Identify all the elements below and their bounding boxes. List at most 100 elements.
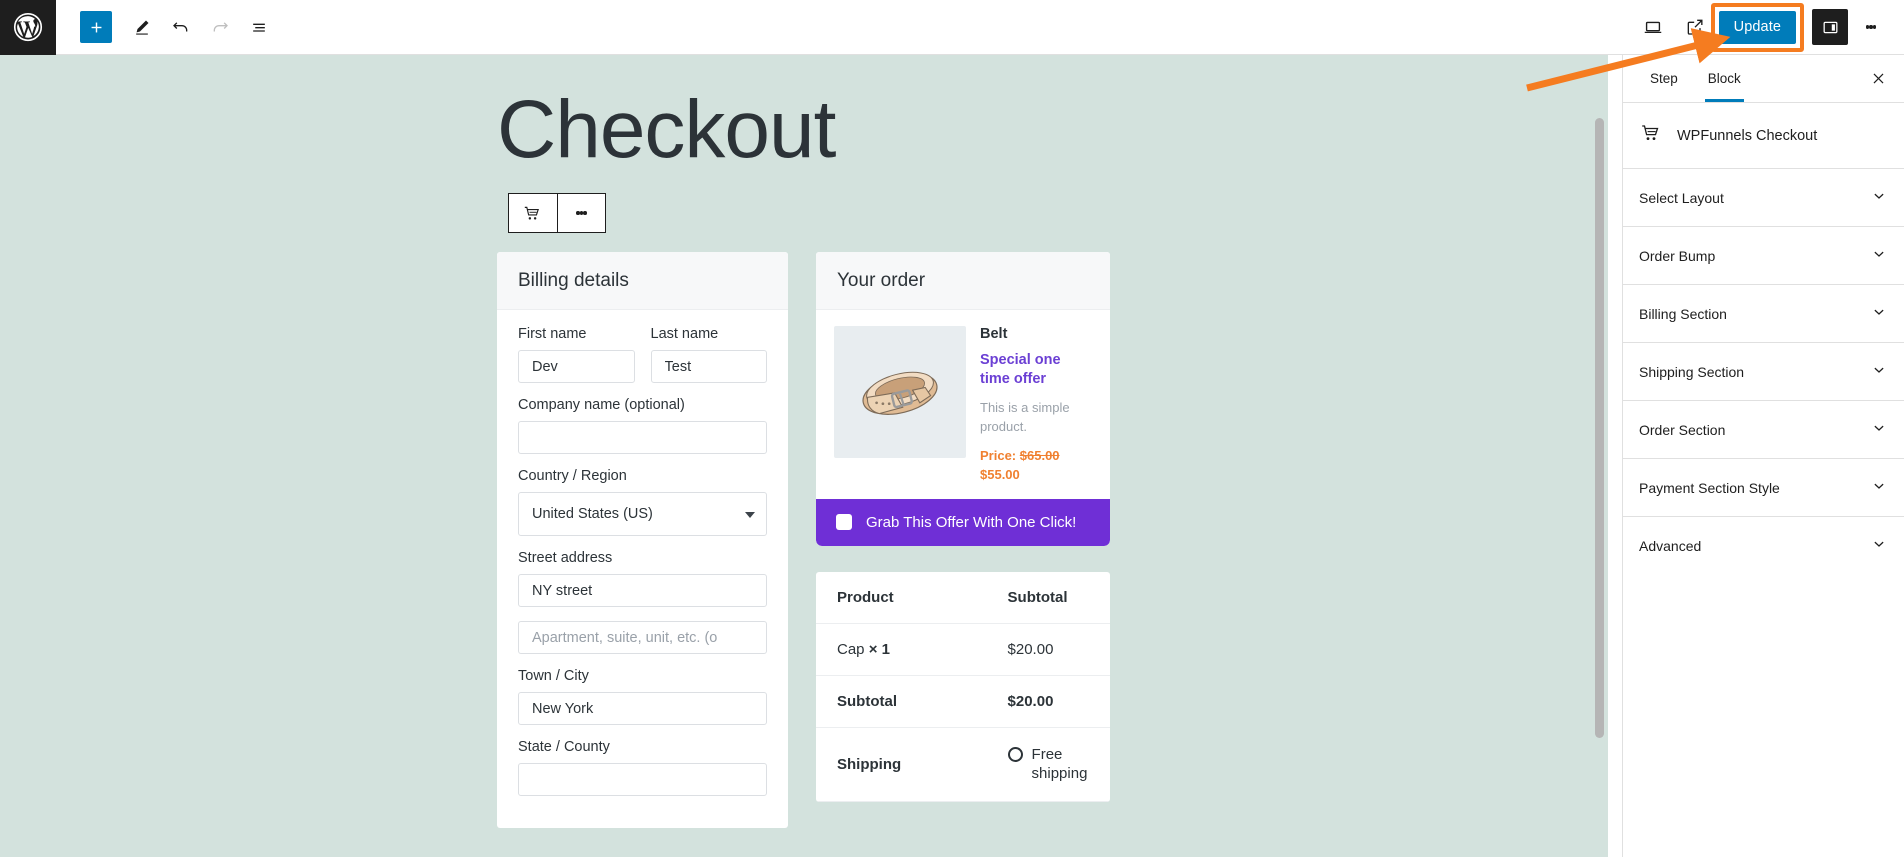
company-label: Company name (optional): [518, 397, 685, 413]
street-field-group: Street address: [518, 550, 767, 607]
sidebar-panel-billing-section[interactable]: Billing Section: [1623, 285, 1904, 343]
sidebar-panel-payment-section-style[interactable]: Payment Section Style: [1623, 459, 1904, 517]
order-bump-checkbox[interactable]: [836, 514, 852, 531]
bump-price-old: $65.00: [1019, 447, 1060, 463]
billing-heading: Billing details: [497, 252, 788, 310]
checkout-columns: Billing details First name Last name: [497, 252, 1608, 828]
state-input[interactable]: [518, 763, 767, 796]
close-icon[interactable]: [1862, 63, 1894, 95]
your-order-heading: Your order: [816, 252, 1110, 310]
toolbar-right-tools: Update: [1635, 2, 1904, 52]
street-label: Street address: [518, 550, 613, 566]
country-label: Country / Region: [518, 468, 627, 484]
company-field-group: Company name (optional): [518, 397, 767, 454]
order-summary-table: Product Subtotal Cap × 1 $20.00 Subtotal…: [816, 571, 1110, 802]
free-shipping-radio[interactable]: [1007, 746, 1023, 762]
panel-label: Select Layout: [1639, 189, 1724, 206]
block-toolbar: [508, 193, 606, 233]
billing-column: Billing details First name Last name: [497, 252, 788, 828]
order-table-header-row: Product Subtotal: [816, 571, 1110, 624]
bump-price-label: Price:: [980, 447, 1017, 463]
first-name-field-group: First name: [518, 326, 635, 383]
order-shipping-label: Shipping: [816, 727, 987, 802]
block-kebab-dot-3: [583, 211, 587, 215]
last-name-input[interactable]: [650, 350, 767, 383]
chevron-down-icon: [1870, 477, 1888, 498]
wordpress-block-editor: Update Checkout Billing details First na…: [0, 0, 1904, 857]
panel-label: Order Section: [1639, 421, 1726, 438]
country-field-group: Country / Region: [518, 468, 767, 536]
editor-options-kebab-button[interactable]: [1854, 9, 1888, 45]
canvas-scrollbar-thumb[interactable]: [1595, 118, 1604, 738]
sidebar-panel-order-section[interactable]: Order Section: [1623, 401, 1904, 459]
state-label: State / County: [518, 739, 610, 755]
order-bump-body: Belt Special one time offer This is a si…: [816, 310, 1110, 499]
sidebar-panel-order-bump[interactable]: Order Bump: [1623, 227, 1904, 285]
order-subtotal-label: Subtotal: [816, 675, 987, 728]
add-block-button[interactable]: [80, 11, 112, 43]
city-label: Town / City: [518, 668, 589, 684]
shopping-cart-icon[interactable]: [509, 194, 557, 232]
chevron-down-icon: [1870, 245, 1888, 266]
canvas-scrollbar[interactable]: [1595, 118, 1604, 842]
company-input[interactable]: [518, 421, 767, 454]
bump-product-title: Belt: [980, 326, 1008, 342]
state-field-group: State / County: [518, 739, 767, 796]
page-title[interactable]: Checkout: [0, 89, 1608, 171]
update-button-wrapper: Update: [1710, 2, 1804, 52]
bump-description: This is a simple product.: [980, 400, 1070, 435]
street-address-2-input[interactable]: [518, 621, 767, 654]
laptop-preview-icon[interactable]: [1635, 9, 1671, 45]
sidebar-panel-shipping-section[interactable]: Shipping Section: [1623, 343, 1904, 401]
order-bump-cta-label: Grab This Offer With One Click!: [866, 513, 1077, 531]
redo-button[interactable]: [202, 9, 238, 45]
settings-panel-toggle-button[interactable]: [1812, 9, 1848, 45]
settings-sidebar: Step Block WPFunnels Checkout Select Lay…: [1622, 55, 1904, 857]
update-button[interactable]: Update: [1718, 10, 1796, 44]
panel-label: Payment Section Style: [1639, 479, 1780, 496]
sidebar-panel-advanced[interactable]: Advanced: [1623, 517, 1904, 574]
selected-block-name: WPFunnels Checkout: [1677, 127, 1818, 144]
bump-price-new: $55.00: [980, 466, 1020, 482]
country-select[interactable]: [518, 492, 767, 536]
chevron-down-icon: [1870, 535, 1888, 556]
list-view-button[interactable]: [241, 9, 277, 45]
first-name-input[interactable]: [518, 350, 635, 383]
sidebar-panel-select-layout[interactable]: Select Layout: [1623, 169, 1904, 227]
editor-top-bar: Update: [0, 0, 1904, 55]
order-item-product-cell: Cap × 1: [816, 623, 987, 676]
order-bump-cta[interactable]: Grab This Offer With One Click!: [816, 498, 1110, 546]
tab-step[interactable]: Step: [1635, 55, 1693, 102]
street-address-input[interactable]: [518, 574, 767, 607]
sidebar-tabs: Step Block: [1623, 55, 1904, 103]
free-shipping-option[interactable]: Free shipping: [1007, 745, 1089, 784]
table-row: Cap × 1 $20.00: [816, 623, 1110, 676]
block-options-kebab-button[interactable]: [556, 194, 605, 232]
order-bump-info: Belt Special one time offer This is a si…: [980, 326, 1092, 485]
city-field-group: Town / City: [518, 668, 767, 725]
kebab-dot-3: [1872, 25, 1877, 29]
last-name-label: Last name: [650, 326, 719, 342]
panel-label: Shipping Section: [1639, 363, 1745, 380]
selected-block-info: WPFunnels Checkout: [1623, 103, 1904, 169]
country-select-wrapper: [518, 492, 767, 536]
last-name-field-group: Last name: [650, 326, 767, 383]
city-input[interactable]: [518, 692, 767, 725]
chevron-down-icon: [1870, 303, 1888, 324]
shopping-cart-icon: [1639, 121, 1663, 150]
table-row: Shipping Free shipping: [816, 727, 1110, 802]
tab-block[interactable]: Block: [1693, 55, 1756, 102]
edit-tool-button[interactable]: [124, 9, 160, 45]
external-link-icon[interactable]: [1677, 9, 1713, 45]
name-fields-row: First name Last name: [518, 326, 767, 397]
table-row: Subtotal $20.00: [816, 675, 1110, 728]
panel-label: Billing Section: [1639, 305, 1727, 322]
editor-canvas: Checkout Billing details First name Dev …: [0, 55, 1608, 857]
billing-form: First name Last name Company name (optio…: [497, 310, 788, 828]
undo-button[interactable]: [163, 9, 199, 45]
order-item-name: Cap: [837, 640, 865, 658]
wordpress-logo-icon[interactable]: [0, 0, 56, 55]
free-shipping-label: Free shipping: [1031, 745, 1088, 783]
bump-price-block: Price: $65.00 $55.00: [980, 447, 1092, 485]
street2-field-group: [518, 621, 767, 654]
